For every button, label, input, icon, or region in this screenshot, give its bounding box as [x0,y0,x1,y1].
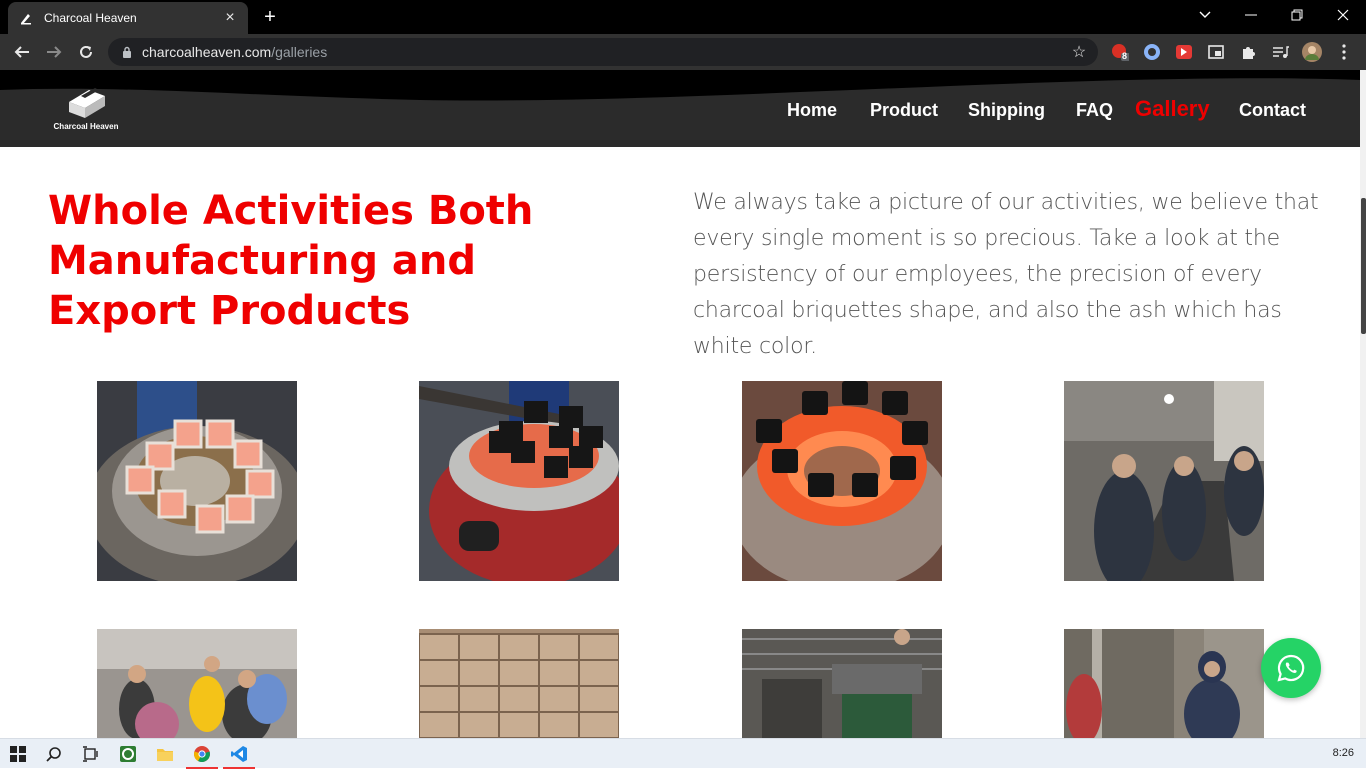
tab-search-icon[interactable] [1182,0,1228,30]
logo-text: Charcoal Heaven [53,122,119,131]
extension-icon-blue[interactable] [1142,42,1162,62]
file-explorer-icon[interactable] [153,743,177,765]
lock-icon [120,45,134,59]
extension-icon-red[interactable]: 8 [1110,42,1130,62]
page-heading: Whole Activities Both Manufacturing and … [48,188,534,334]
forward-button[interactable] [42,40,66,64]
nav-contact[interactable]: Contact [1239,100,1306,121]
new-tab-button[interactable]: + [258,6,282,28]
whatsapp-icon [1277,654,1305,682]
gallery-image-stacked-cartons[interactable] [419,629,619,738]
page-scrollbar-thumb[interactable] [1361,198,1366,334]
app-icon-green-c[interactable] [116,743,140,765]
tab-title: Charcoal Heaven [44,11,137,25]
gallery-image-glowing-briquettes[interactable] [742,381,942,581]
nav-product[interactable]: Product [870,100,938,121]
nav-shipping[interactable]: Shipping [968,100,1045,121]
windows-start-icon[interactable] [6,743,30,765]
gallery-image-briquettes-on-burner[interactable] [419,381,619,581]
site-logo[interactable]: Charcoal Heaven [46,82,126,137]
site-header: Charcoal Heaven Home Product Shipping FA… [0,70,1360,147]
nav-home[interactable]: Home [787,100,837,121]
extension-badge: 8 [1122,51,1128,61]
site-favicon-icon [18,10,34,26]
task-view-icon[interactable] [78,743,102,765]
nav-faq[interactable]: FAQ [1076,100,1113,121]
url-text: charcoalheaven.com/galleries [142,44,327,60]
media-control-icon[interactable] [1270,42,1290,62]
browser-toolbar: charcoalheaven.com/galleries ☆ 8 [0,34,1366,70]
profile-avatar[interactable] [1302,42,1322,62]
puzzle-extensions-icon[interactable] [1238,42,1258,62]
gallery-image-machinery-shed[interactable] [742,629,942,738]
gallery-image-factory-workers[interactable] [1064,381,1264,581]
gallery-image-workers-group[interactable] [97,629,297,738]
whatsapp-button[interactable] [1261,638,1321,698]
extension-icon-window[interactable] [1206,42,1226,62]
chrome-menu-icon[interactable] [1334,42,1354,62]
extension-icon-video[interactable] [1174,42,1194,62]
search-icon[interactable] [42,743,66,765]
close-window-button[interactable] [1320,0,1366,30]
browser-tab-strip: Charcoal Heaven × + [0,0,1366,34]
tab-close-icon[interactable]: × [222,9,238,26]
minimize-button[interactable] [1228,0,1274,30]
reload-button[interactable] [74,40,98,64]
bookmark-star-icon[interactable]: ☆ [1070,43,1088,61]
gallery-image-burning-briquettes[interactable] [97,381,297,581]
chrome-taskbar-icon[interactable] [186,743,218,769]
browser-tab[interactable]: Charcoal Heaven × [8,2,248,34]
restore-button[interactable] [1274,0,1320,30]
intro-paragraph: We always take a picture of our activiti… [693,190,1319,359]
windows-taskbar: 8:26 [0,738,1366,769]
taskbar-clock[interactable]: 8:26 [1333,747,1354,759]
cube-logo-icon [69,88,105,118]
back-button[interactable] [10,40,34,64]
nav-gallery[interactable]: Gallery [1135,96,1210,122]
vscode-taskbar-icon[interactable] [223,743,255,769]
address-bar[interactable]: charcoalheaven.com/galleries ☆ [108,38,1098,66]
gallery-image-worker-in-hijab[interactable] [1064,629,1264,738]
url-domain: charcoalheaven.com [142,44,272,60]
url-path: /galleries [271,44,328,60]
page-scrollbar-track[interactable] [1360,70,1366,738]
